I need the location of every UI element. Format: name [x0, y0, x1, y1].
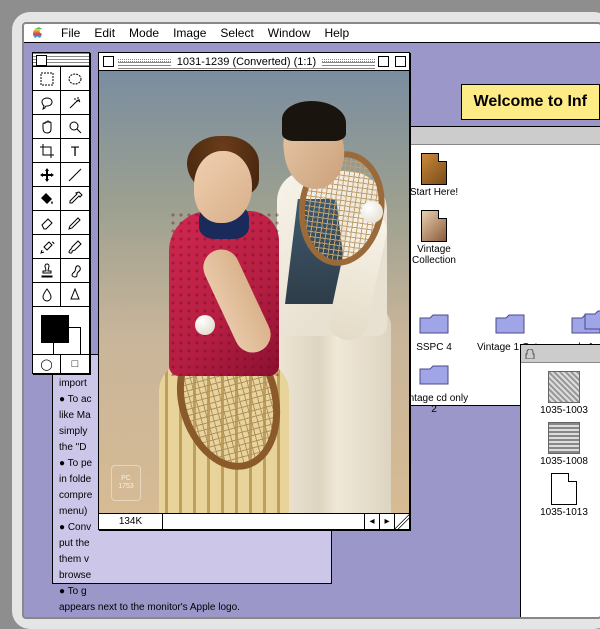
thumbnail-icon [548, 422, 580, 454]
window-title: 1031-1239 (Converted) (1:1) [171, 56, 322, 68]
finder-titlebar[interactable] [521, 345, 600, 363]
document-icon [418, 210, 450, 242]
stamp-tool[interactable] [33, 259, 61, 283]
file-item[interactable]: 1035-1013 [529, 473, 599, 518]
image-window[interactable]: 1031-1239 (Converted) (1:1) PC 1753 134K… [98, 52, 410, 530]
photo-stamp: PC 1753 [111, 465, 141, 501]
airbrush-tool[interactable] [33, 235, 61, 259]
document-icon [418, 153, 450, 185]
readme-line: ● Additional settings can be toggled by … [59, 617, 325, 619]
close-box[interactable] [103, 56, 114, 67]
stamp-number: 1753 [118, 483, 134, 491]
folder-icon [418, 308, 450, 340]
readme-line: browse [59, 569, 325, 582]
document-icon [548, 473, 580, 505]
stamp-text: PC [121, 475, 131, 483]
blur-tool[interactable] [33, 283, 61, 307]
thumbnail-icon [548, 371, 580, 403]
h-scrollbar-track[interactable] [163, 514, 364, 529]
readme-line: put the [59, 537, 325, 550]
tool-palette[interactable]: T ◯ □ [32, 52, 90, 374]
window-titlebar[interactable]: 1031-1239 (Converted) (1:1) [99, 53, 409, 71]
status-bar: 134K ◂ ▸ [99, 513, 409, 529]
eraser-tool[interactable] [33, 211, 61, 235]
finder-body: 1035-1003 1035-1008 1035-1013 [521, 363, 600, 526]
line-tool[interactable] [61, 163, 89, 187]
quickmask-on-icon[interactable]: □ [61, 355, 89, 373]
palette-titlebar[interactable] [33, 53, 89, 67]
lock-icon [525, 349, 535, 359]
smudge-tool[interactable] [61, 259, 89, 283]
readme-line: appears next to the monitor's Apple logo… [59, 601, 325, 614]
file-item[interactable]: 1035-1003 [529, 371, 599, 416]
marquee-ellipse-tool[interactable] [61, 67, 89, 91]
doc-size-label: 134K [99, 514, 163, 529]
pencil-tool[interactable] [61, 211, 89, 235]
welcome-banner: Welcome to Inf [461, 84, 600, 120]
type-tool[interactable]: T [61, 139, 89, 163]
svg-text:T: T [71, 143, 80, 159]
marquee-rect-tool[interactable] [33, 67, 61, 91]
lasso-tool[interactable] [33, 91, 61, 115]
folder-icon [494, 308, 526, 340]
collapse-box[interactable] [395, 56, 406, 67]
readme-line: ● To g [59, 585, 325, 598]
quickmask-off-icon[interactable]: ◯ [33, 355, 61, 373]
mode-buttons: ◯ □ [33, 355, 89, 373]
foreground-color-swatch[interactable] [41, 315, 69, 343]
menu-edit[interactable]: Edit [87, 26, 122, 40]
folder-icon [583, 304, 600, 336]
crop-tool[interactable] [33, 139, 61, 163]
monitor-bezel: File Edit Mode Image Select Window Help … [12, 12, 600, 629]
finder-titlebar[interactable] [391, 127, 600, 145]
folder-label: SSPC 4 [416, 342, 452, 353]
apple-menu-icon[interactable] [30, 25, 46, 41]
brush-tool[interactable] [61, 235, 89, 259]
menu-bar: File Edit Mode Image Select Window Help [24, 24, 600, 43]
menu-image[interactable]: Image [166, 26, 213, 40]
paint-bucket-tool[interactable] [33, 187, 61, 211]
file-label: Start Here! [410, 187, 458, 198]
eyedropper-tool[interactable] [61, 187, 89, 211]
zoom-tool[interactable] [61, 115, 89, 139]
tool-grid: T [33, 67, 89, 307]
magic-wand-tool[interactable] [61, 91, 89, 115]
menu-file[interactable]: File [54, 26, 87, 40]
finder-window-2[interactable]: 1035-1003 1035-1008 1035-1013 [520, 344, 600, 619]
folder-icon [418, 359, 450, 391]
folder-item[interactable] [564, 304, 600, 336]
menu-select[interactable]: Select [213, 26, 260, 40]
file-label: 1035-1003 [540, 405, 588, 416]
color-swatch[interactable] [33, 307, 89, 355]
resize-handle[interactable] [394, 514, 409, 529]
move-tool[interactable] [33, 163, 61, 187]
scroll-left-arrow-icon[interactable]: ◂ [364, 514, 379, 529]
screen: File Edit Mode Image Select Window Help … [22, 22, 600, 619]
zoom-box[interactable] [378, 56, 389, 67]
file-item[interactable]: 1035-1008 [529, 422, 599, 467]
file-label: 1035-1008 [540, 456, 588, 467]
image-canvas[interactable]: PC 1753 [99, 71, 409, 513]
file-label: 1035-1013 [540, 507, 588, 518]
menu-mode[interactable]: Mode [122, 26, 166, 40]
sharpen-tool[interactable] [61, 283, 89, 307]
hand-tool[interactable] [33, 115, 61, 139]
menu-window[interactable]: Window [261, 26, 318, 40]
menu-help[interactable]: Help [317, 26, 356, 40]
scroll-right-arrow-icon[interactable]: ▸ [379, 514, 394, 529]
readme-line: them v [59, 553, 325, 566]
